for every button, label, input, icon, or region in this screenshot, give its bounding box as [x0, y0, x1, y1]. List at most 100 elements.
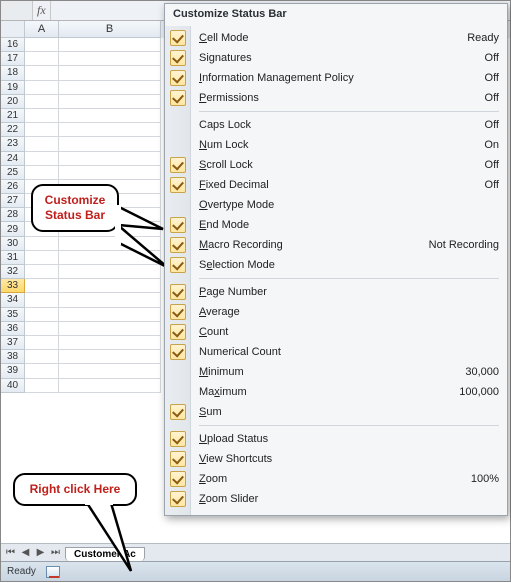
row-header[interactable]: 25: [1, 166, 25, 180]
menu-item[interactable]: Fixed DecimalOff: [199, 175, 499, 195]
row-header[interactable]: 28: [1, 208, 25, 222]
row-header[interactable]: 21: [1, 109, 25, 123]
cell[interactable]: [59, 265, 161, 279]
row-header[interactable]: 17: [1, 52, 25, 66]
tab-nav-next-icon[interactable]: ▶: [33, 546, 48, 560]
menu-item[interactable]: Information Management PolicyOff: [199, 68, 499, 88]
cell[interactable]: [25, 322, 59, 336]
customize-status-bar-menu[interactable]: Customize Status Bar Cell ModeReadySigna…: [164, 3, 508, 516]
menu-check-icon[interactable]: [170, 451, 186, 467]
cell[interactable]: [59, 322, 161, 336]
menu-item[interactable]: Upload Status: [199, 429, 499, 449]
cell[interactable]: [25, 109, 59, 123]
menu-item[interactable]: End Mode: [199, 215, 499, 235]
row-header[interactable]: 38: [1, 350, 25, 364]
menu-check-icon[interactable]: [170, 50, 186, 66]
menu-item[interactable]: View Shortcuts: [199, 449, 499, 469]
cell[interactable]: [59, 38, 161, 52]
menu-item[interactable]: Minimum30,000: [199, 362, 499, 382]
cell[interactable]: [59, 66, 161, 80]
row-header[interactable]: 26: [1, 180, 25, 194]
cell[interactable]: [59, 279, 161, 293]
cell[interactable]: [25, 95, 59, 109]
cell[interactable]: [59, 166, 161, 180]
menu-check-icon[interactable]: [170, 491, 186, 507]
row-header[interactable]: 18: [1, 66, 25, 80]
cell[interactable]: [59, 379, 161, 393]
menu-item[interactable]: Maximum100,000: [199, 382, 499, 402]
cell[interactable]: [25, 379, 59, 393]
menu-item[interactable]: Num LockOn: [199, 135, 499, 155]
menu-check-icon[interactable]: [170, 344, 186, 360]
menu-item[interactable]: Numerical Count: [199, 342, 499, 362]
menu-item[interactable]: Caps LockOff: [199, 115, 499, 135]
row-header[interactable]: 31: [1, 251, 25, 265]
cell[interactable]: [25, 279, 59, 293]
menu-check-icon[interactable]: [170, 324, 186, 340]
menu-item[interactable]: Count: [199, 322, 499, 342]
cell[interactable]: [59, 237, 161, 251]
tab-nav-last-icon[interactable]: ⏭: [48, 546, 63, 560]
menu-item[interactable]: Cell ModeReady: [199, 28, 499, 48]
cell[interactable]: [25, 265, 59, 279]
cell[interactable]: [25, 137, 59, 151]
cell[interactable]: [59, 123, 161, 137]
column-header-a[interactable]: A: [25, 21, 59, 38]
row-header[interactable]: 33: [1, 279, 25, 293]
row-header[interactable]: 22: [1, 123, 25, 137]
row-header[interactable]: 16: [1, 38, 25, 52]
row-header[interactable]: 23: [1, 137, 25, 151]
cell[interactable]: [59, 251, 161, 265]
menu-item[interactable]: Overtype Mode: [199, 195, 499, 215]
row-header[interactable]: 34: [1, 293, 25, 307]
cell[interactable]: [25, 308, 59, 322]
menu-check-icon[interactable]: [170, 237, 186, 253]
cell[interactable]: [25, 123, 59, 137]
cell[interactable]: [59, 95, 161, 109]
cell[interactable]: [25, 336, 59, 350]
row-header[interactable]: 20: [1, 95, 25, 109]
cell[interactable]: [59, 336, 161, 350]
cell[interactable]: [59, 152, 161, 166]
menu-check-icon[interactable]: [170, 157, 186, 173]
menu-item[interactable]: Macro RecordingNot Recording: [199, 235, 499, 255]
cell[interactable]: [59, 293, 161, 307]
cell[interactable]: [59, 137, 161, 151]
cell[interactable]: [25, 293, 59, 307]
row-header[interactable]: 24: [1, 152, 25, 166]
column-header-b[interactable]: B: [59, 21, 161, 38]
cell[interactable]: [59, 364, 161, 378]
menu-check-icon[interactable]: [170, 217, 186, 233]
cell[interactable]: [25, 38, 59, 52]
menu-item[interactable]: Zoom Slider: [199, 489, 499, 509]
row-header[interactable]: 35: [1, 308, 25, 322]
name-box[interactable]: [1, 1, 33, 20]
cell[interactable]: [59, 109, 161, 123]
menu-item[interactable]: Scroll LockOff: [199, 155, 499, 175]
menu-item[interactable]: Average: [199, 302, 499, 322]
cell[interactable]: [59, 308, 161, 322]
cell[interactable]: [59, 81, 161, 95]
menu-check-icon[interactable]: [170, 284, 186, 300]
cell[interactable]: [25, 237, 59, 251]
menu-check-icon[interactable]: [170, 90, 186, 106]
row-header[interactable]: 39: [1, 364, 25, 378]
menu-item[interactable]: Page Number: [199, 282, 499, 302]
cell[interactable]: [25, 350, 59, 364]
fx-icon[interactable]: fx: [33, 1, 51, 20]
row-header[interactable]: 29: [1, 222, 25, 236]
select-all-corner[interactable]: [1, 21, 25, 38]
menu-item[interactable]: Zoom100%: [199, 469, 499, 489]
menu-item[interactable]: Sum: [199, 402, 499, 422]
row-header[interactable]: 37: [1, 336, 25, 350]
sheet-tab[interactable]: Customer Ac: [65, 547, 145, 561]
cell[interactable]: [25, 152, 59, 166]
row-header[interactable]: 30: [1, 237, 25, 251]
cell[interactable]: [25, 52, 59, 66]
cell[interactable]: [25, 66, 59, 80]
cell[interactable]: [25, 364, 59, 378]
status-bar[interactable]: Ready: [1, 561, 510, 581]
menu-check-icon[interactable]: [170, 30, 186, 46]
row-header[interactable]: 40: [1, 379, 25, 393]
menu-check-icon[interactable]: [170, 304, 186, 320]
